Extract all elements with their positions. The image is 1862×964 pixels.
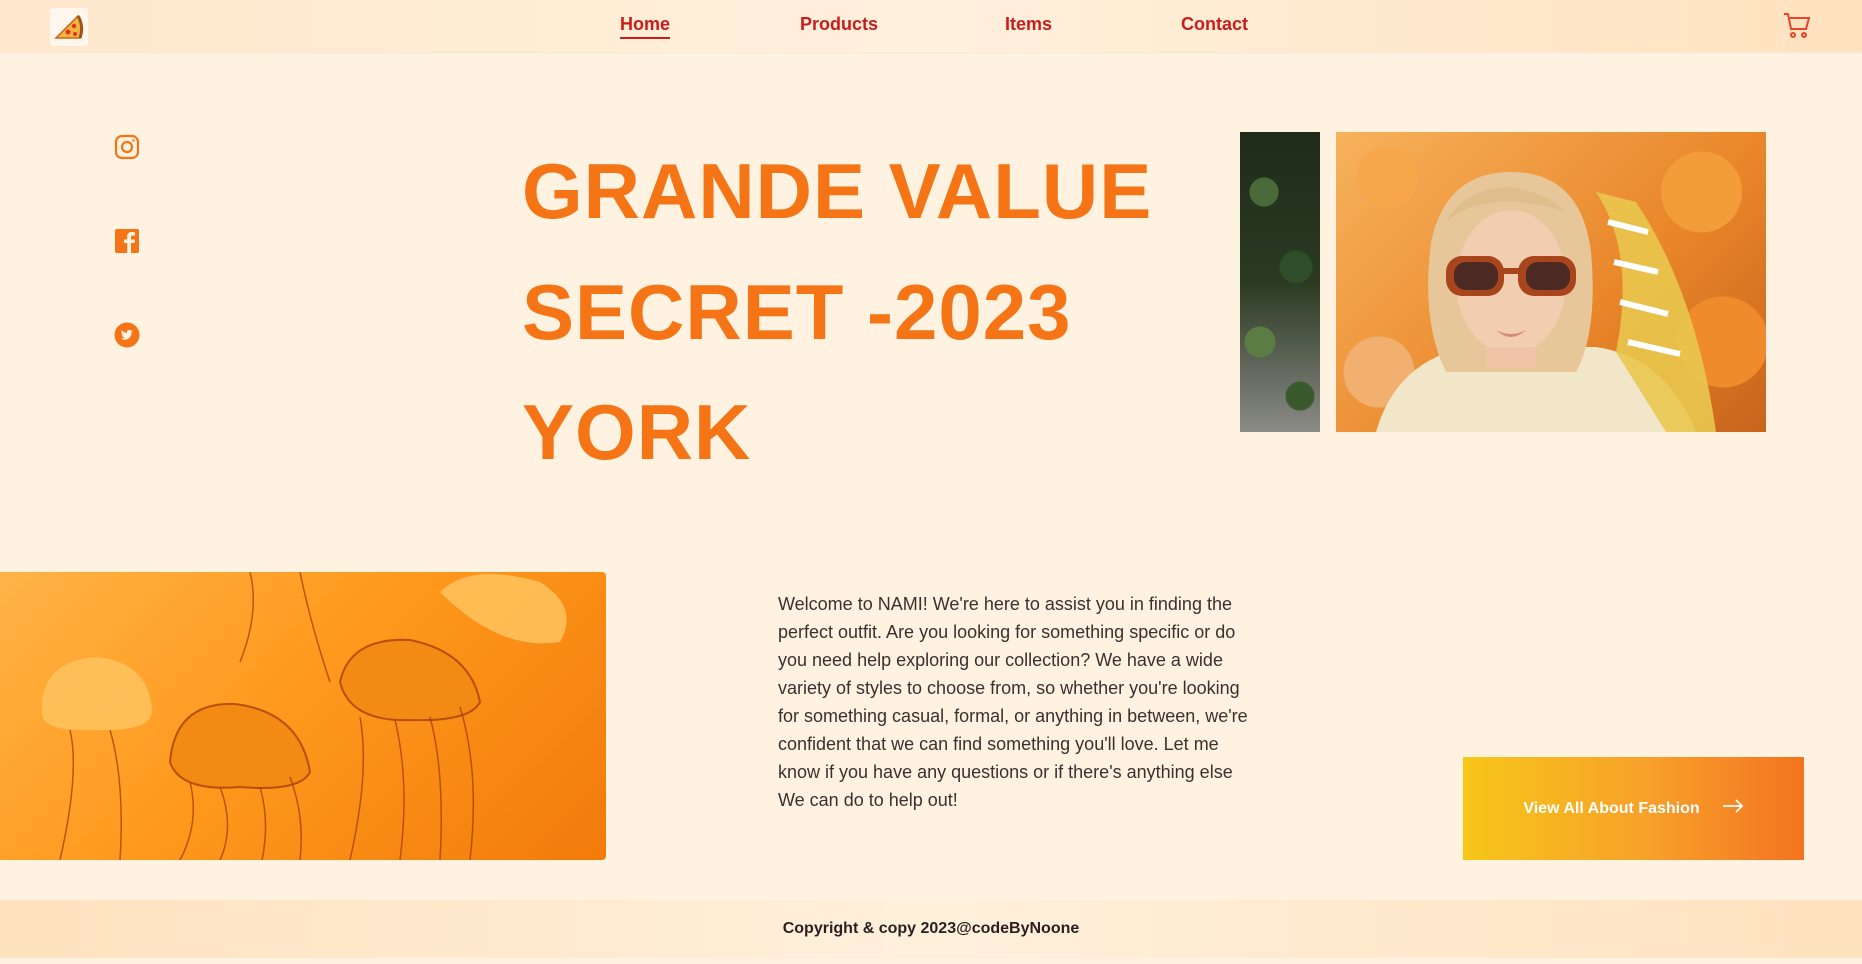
view-all-fashion-button[interactable]: View All About Fashion	[1463, 757, 1804, 860]
view-all-fashion-label: View All About Fashion	[1523, 799, 1700, 817]
woman-sunglasses-image	[1336, 132, 1766, 432]
nav-link-home[interactable]: Home	[620, 14, 671, 39]
pizza-logo-icon[interactable]	[50, 8, 88, 46]
hero-title-line-1: GRANDE VALUE	[522, 147, 1153, 235]
nav-link-products[interactable]: Products	[800, 14, 878, 35]
facebook-icon[interactable]	[114, 228, 140, 254]
instagram-icon[interactable]	[114, 134, 140, 160]
foliage-image	[1240, 132, 1320, 432]
navbar: Home Products Items Contact	[0, 0, 1862, 52]
nav-link-items[interactable]: Items	[1005, 14, 1052, 35]
footer: Copyright & copy 2023@codeByNoone	[0, 900, 1862, 958]
footer-copyright: Copyright & copy 2023@codeByNoone	[782, 920, 1080, 937]
nav-link-contact[interactable]: Contact	[1181, 14, 1248, 35]
jellyfish-image	[0, 572, 606, 860]
welcome-paragraph: Welcome to NAMI! We're here to assist yo…	[778, 594, 1248, 810]
hero-title-line-3: YORK	[522, 388, 752, 476]
twitter-icon[interactable]	[114, 322, 140, 348]
cart-icon[interactable]	[1782, 10, 1812, 40]
hero-title-line-2: SECRET -2023	[522, 268, 1072, 356]
arrow-right-icon	[1722, 799, 1744, 818]
